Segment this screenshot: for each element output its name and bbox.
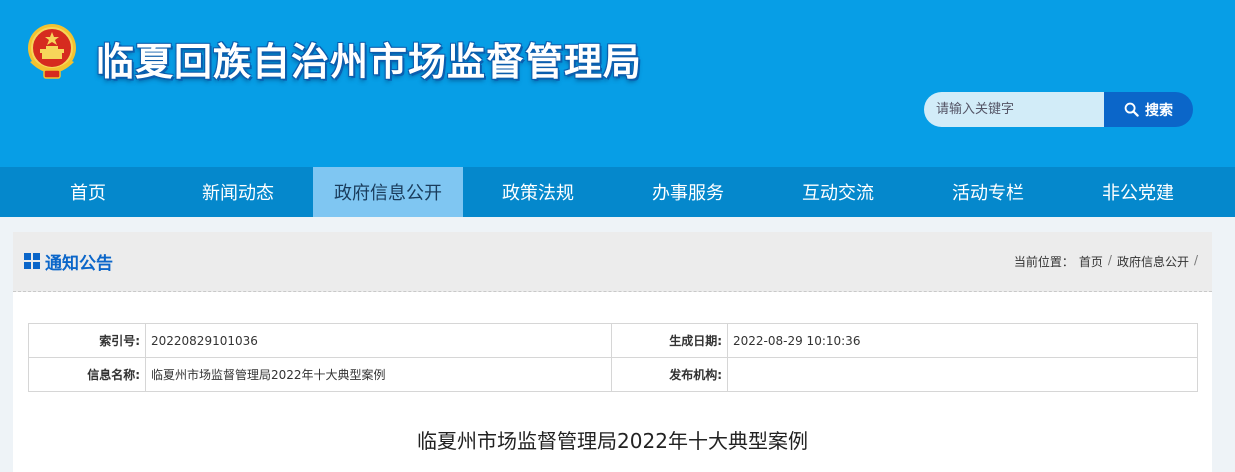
nav-item-home[interactable]: 首页 <box>13 167 163 217</box>
table-row: 索引号: 20220829101036 生成日期: 2022-08-29 10:… <box>28 323 1198 358</box>
nav-item-events[interactable]: 活动专栏 <box>913 167 1063 217</box>
breadcrumb-separator: / <box>1193 253 1198 267</box>
nav-item-party[interactable]: 非公党建 <box>1063 167 1213 217</box>
nav-item-news[interactable]: 新闻动态 <box>163 167 313 217</box>
site-header: 临夏回族自治州市场监督管理局 搜索 <box>0 0 1235 167</box>
article-title: 临夏州市场监督管理局2022年十大典型案例 <box>417 429 808 453</box>
panel-title: 通知公告 <box>45 254 113 274</box>
index-label: 索引号: <box>28 323 146 358</box>
grid-icon <box>24 253 41 270</box>
nav-item-interaction[interactable]: 互动交流 <box>763 167 913 217</box>
breadcrumb-prefix: 当前位置： <box>1013 255 1074 269</box>
table-row: 信息名称: 临夏州市场监督管理局2022年十大典型案例 发布机构: <box>28 357 1198 392</box>
main-nav: 首页 新闻动态 政府信息公开 政策法规 办事服务 互动交流 活动专栏 非公党建 <box>0 167 1235 217</box>
name-label: 信息名称: <box>28 357 146 392</box>
breadcrumb: 当前位置： 首页 / 政府信息公开 / <box>1014 253 1198 270</box>
panel-header: 通知公告 当前位置： 首页 / 政府信息公开 / <box>13 232 1212 292</box>
breadcrumb-gov-info[interactable]: 政府信息公开 <box>1117 253 1189 270</box>
site-title: 临夏回族自治州市场监督管理局 <box>96 40 643 84</box>
name-value: 临夏州市场监督管理局2022年十大典型案例 <box>145 357 612 392</box>
date-label: 生成日期: <box>611 323 728 358</box>
index-value: 20220829101036 <box>145 323 612 358</box>
publisher-value <box>727 357 1198 392</box>
search-button[interactable]: 搜索 <box>1104 92 1193 127</box>
breadcrumb-home[interactable]: 首页 <box>1079 253 1103 270</box>
search-icon <box>1124 102 1139 117</box>
search-button-label: 搜索 <box>1145 102 1173 119</box>
date-value: 2022-08-29 10:10:36 <box>727 323 1198 358</box>
publisher-label: 发布机构: <box>611 357 728 392</box>
info-table: 索引号: 20220829101036 生成日期: 2022-08-29 10:… <box>28 323 1198 392</box>
nav-item-services[interactable]: 办事服务 <box>613 167 763 217</box>
search-input[interactable] <box>924 92 1106 127</box>
nav-item-policy[interactable]: 政策法规 <box>463 167 613 217</box>
national-emblem-icon <box>28 24 76 79</box>
nav-item-gov-info[interactable]: 政府信息公开 <box>313 167 463 217</box>
search-box: 搜索 <box>924 92 1193 127</box>
content-panel: 通知公告 当前位置： 首页 / 政府信息公开 / 索引号: 2022082910… <box>13 232 1212 472</box>
breadcrumb-separator: / <box>1107 253 1112 267</box>
